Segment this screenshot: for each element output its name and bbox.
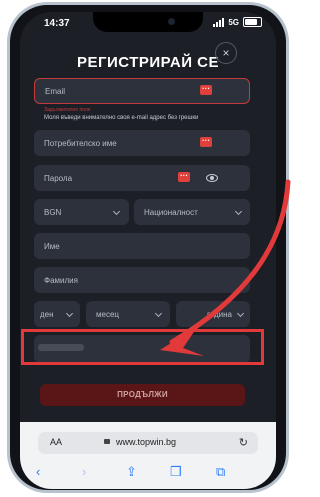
annotation-overlay bbox=[160, 179, 291, 356]
annotation-box bbox=[21, 329, 264, 365]
camera-icon bbox=[168, 18, 175, 25]
notch bbox=[93, 12, 203, 32]
annotation-arrow bbox=[169, 179, 291, 345]
